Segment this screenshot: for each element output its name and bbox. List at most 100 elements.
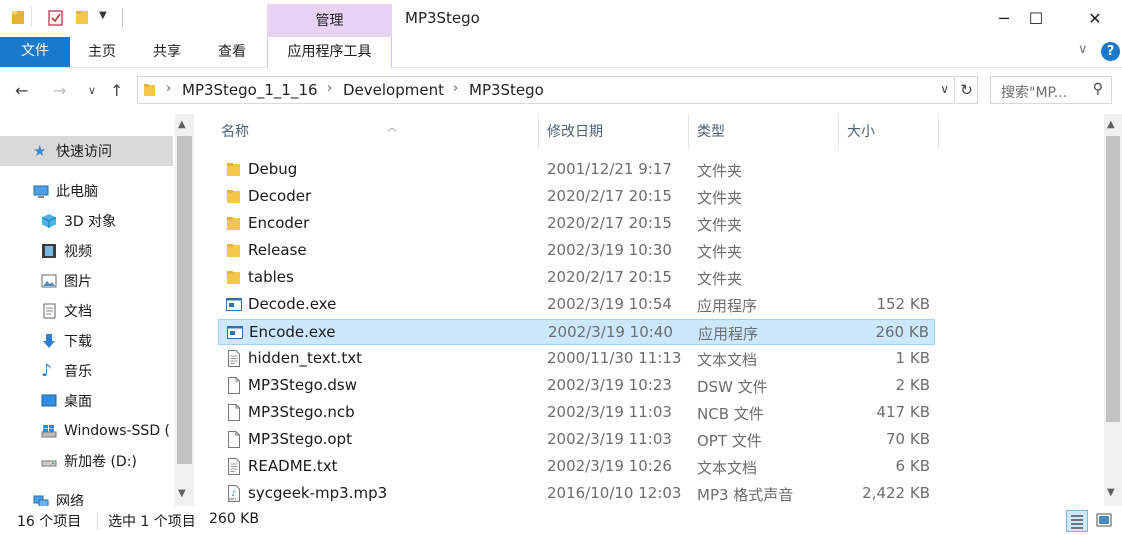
search-input[interactable]: 搜索"MP... ⚲ [990,76,1112,104]
recent-locations-icon[interactable]: ∨ [88,84,96,97]
nav-item-music[interactable]: ♪ 音乐 [0,356,173,386]
file-name: MP3Stego.ncb [248,403,355,421]
file-size: 70 KB [886,430,930,448]
3d-objects-icon [41,214,57,228]
file-size: 417 KB [876,403,930,421]
nav-item-quick-access[interactable]: ★ 快速访问 [0,136,173,166]
column-header-name[interactable]: ︿ 名称 [213,114,539,149]
folder-icon [227,271,240,284]
file-date: 2002/3/19 10:30 [547,241,672,259]
file-type: 文本文档 [697,459,758,477]
forward-icon[interactable]: → [53,81,66,100]
file-name: README.txt [248,457,338,475]
customize-toolbar-icon[interactable]: ▼ [99,10,107,21]
back-icon[interactable]: ← [15,81,28,100]
file-date: 2002/3/19 10:26 [547,457,672,475]
file-row[interactable]: README.txt 2002/3/19 10:26 文本文档 6 KB [218,454,935,480]
address-bar[interactable]: › MP3Stego_1_1_16 › Development › MP3Ste… [137,76,955,104]
file-row[interactable]: Encode.exe 2002/3/19 10:40 应用程序 260 KB [218,319,935,345]
file-row[interactable]: MP3Stego.opt 2002/3/19 11:03 OPT 文件 70 KB [218,427,935,453]
up-icon[interactable]: ↑ [110,81,123,100]
file-row[interactable]: hidden_text.txt 2000/11/30 11:13 文本文档 1 KB [218,346,935,372]
folder-icon[interactable] [11,9,25,25]
nav-item-3d-objects[interactable]: 3D 对象 [0,206,173,236]
help-icon[interactable]: ? [1101,42,1120,61]
file-type: 文件夹 [697,270,743,288]
file-row[interactable]: ♪ MP3 sycgeek-mp3.mp3 2016/10/10 12:03 MP3 格… [218,481,935,507]
exe-icon [226,298,242,311]
breadcrumb-item[interactable]: MP3Stego_1_1_16 [182,81,318,99]
nav-item-label: 此电脑 [56,184,98,200]
file-row[interactable]: Decoder 2020/2/17 20:15 文件夹 [218,184,935,210]
file-icon [228,404,240,421]
scrollbar-thumb[interactable] [177,136,192,464]
nav-item-documents[interactable]: 文档 [0,296,173,326]
file-name: sycgeek-mp3.mp3 [248,484,388,502]
large-icons-view-button[interactable] [1094,510,1116,532]
column-header-date[interactable]: 修改日期 [539,114,689,149]
nav-item-pictures[interactable]: 图片 [0,266,173,296]
nav-item-drive-d[interactable]: 新加卷 (D:) [0,446,173,476]
tab-share[interactable]: 共享 [144,37,190,67]
chevron-right-icon[interactable]: › [453,81,458,96]
refresh-icon: ↻ [960,81,973,99]
file-list-scrollbar[interactable]: ▲ ▼ [1104,114,1122,506]
refresh-button[interactable]: ↻ [956,76,978,104]
nav-item-this-pc[interactable]: 此电脑 [0,176,173,206]
file-name: Release [248,241,307,259]
scroll-down-icon[interactable]: ▼ [178,488,186,499]
file-icon [228,431,240,448]
file-type: 应用程序 [697,297,758,315]
title-bar: ▼ 管理 MP3Stego ─ ☐ ✕ [0,0,1122,37]
scroll-up-icon[interactable]: ▲ [1107,119,1115,130]
new-folder-icon[interactable] [75,9,89,25]
nav-item-videos[interactable]: 视频 [0,236,173,266]
pictures-icon [41,274,57,288]
chevron-right-icon[interactable]: › [166,81,171,96]
scroll-up-icon[interactable]: ▲ [178,119,186,130]
details-view-button[interactable] [1066,510,1088,532]
nav-item-network[interactable]: 网络 [0,486,173,506]
close-button[interactable]: ✕ [1072,0,1118,37]
audio-file-icon: ♪MP3 [228,485,240,502]
column-header-size[interactable]: 大小 [839,114,939,149]
tab-application-tools[interactable]: 应用程序工具 [267,37,392,68]
nav-item-windows-ssd[interactable]: Windows-SSD ( [0,416,173,446]
scroll-down-icon[interactable]: ▼ [1107,487,1115,498]
expand-ribbon-icon[interactable]: ∨ [1078,42,1088,57]
close-icon: ✕ [1088,9,1102,28]
sort-ascending-icon: ︿ [387,123,397,134]
file-row[interactable]: Decode.exe 2002/3/19 10:54 应用程序 152 KB [218,292,935,318]
file-row[interactable]: MP3Stego.dsw 2002/3/19 10:23 DSW 文件 2 KB [218,373,935,399]
file-row[interactable]: Debug 2001/12/21 9:17 文件夹 [218,157,935,183]
documents-icon [43,303,56,319]
tab-view[interactable]: 查看 [209,37,255,67]
file-row[interactable]: Encoder 2020/2/17 20:15 文件夹 [218,211,935,237]
file-name: MP3Stego.opt [248,430,352,448]
tab-home[interactable]: 主页 [79,37,125,67]
chevron-right-icon[interactable]: › [327,81,332,96]
tab-file[interactable]: 文件 [0,37,70,67]
maximize-icon: ☐ [1028,9,1044,28]
maximize-button[interactable]: ☐ [1013,0,1059,37]
file-row[interactable]: Release 2002/3/19 10:30 文件夹 [218,238,935,264]
network-icon [33,495,49,506]
breadcrumb-item[interactable]: MP3Stego [469,81,544,99]
nav-item-desktop[interactable]: 桌面 [0,386,173,416]
file-name: Debug [248,160,298,178]
file-date: 2002/3/19 11:03 [547,403,672,421]
file-row[interactable]: tables 2020/2/17 20:15 文件夹 [218,265,935,291]
column-header-type[interactable]: 类型 [689,114,839,149]
file-date: 2002/3/19 10:23 [547,376,672,394]
chevron-down-icon[interactable]: ∨ [940,82,949,96]
nav-scrollbar[interactable]: ▲ ▼ [175,114,194,506]
breadcrumb-item[interactable]: Development [343,81,444,99]
properties-icon[interactable] [48,9,64,26]
file-row[interactable]: MP3Stego.ncb 2002/3/19 11:03 NCB 文件 417 KB [218,400,935,426]
nav-item-downloads[interactable]: 下载 [0,326,173,356]
file-name: hidden_text.txt [248,349,362,367]
folder-icon [144,84,155,96]
file-date: 2000/11/30 11:13 [547,349,682,367]
scrollbar-thumb[interactable] [1106,136,1120,422]
file-type: OPT 文件 [697,432,762,450]
